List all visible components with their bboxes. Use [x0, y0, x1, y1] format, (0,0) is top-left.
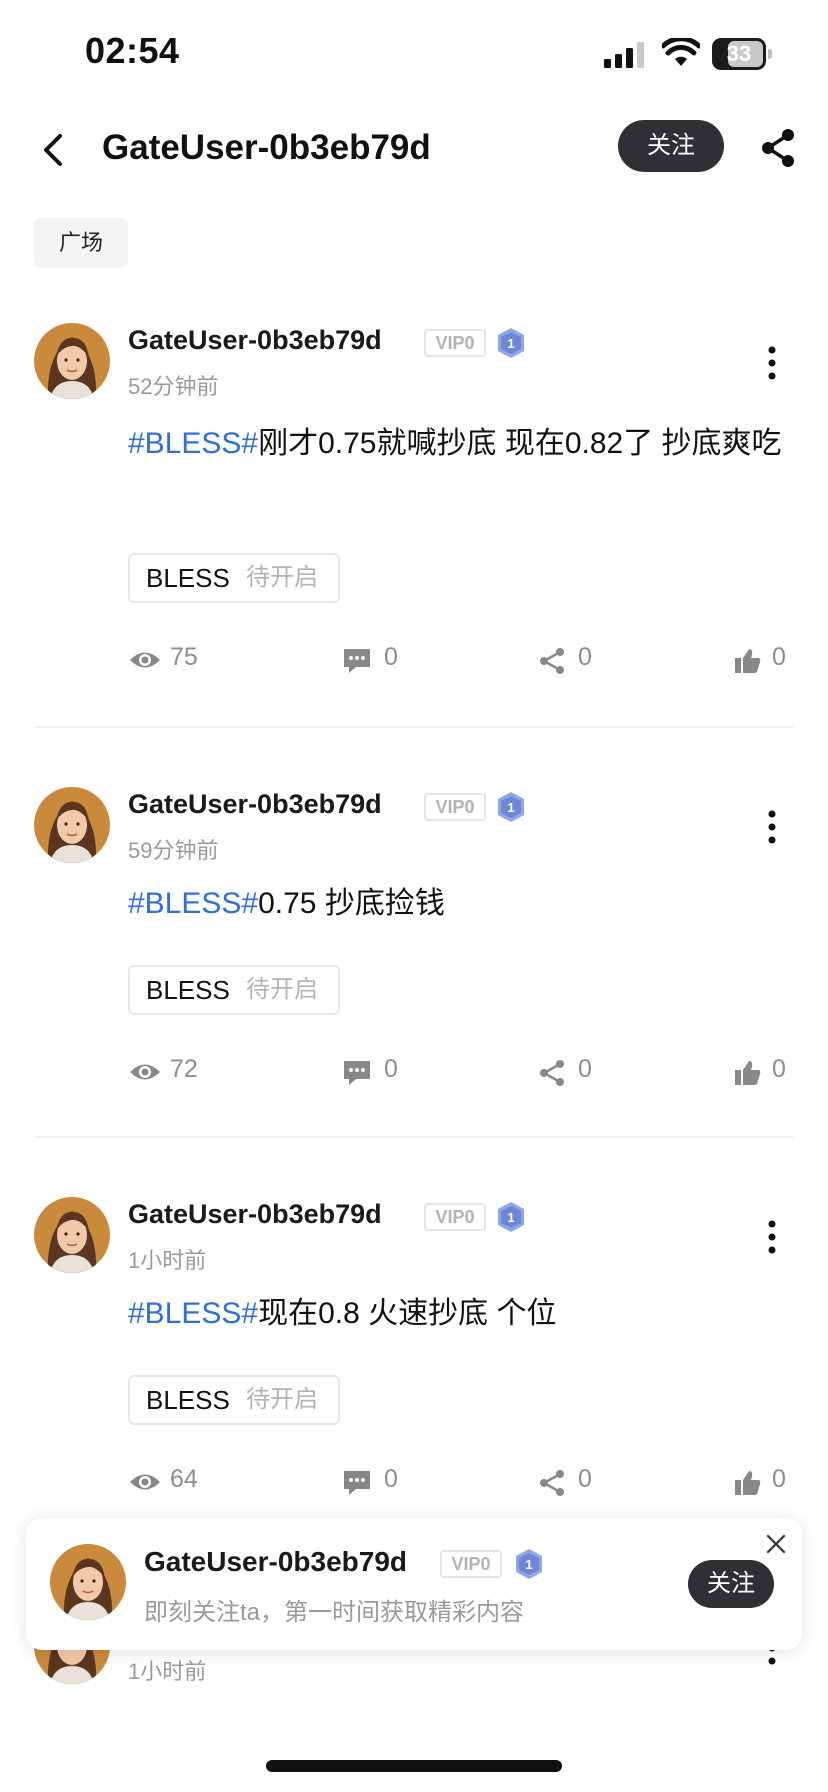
- vip-badge: VIP0: [440, 1550, 502, 1578]
- divider: [34, 726, 794, 728]
- post-username[interactable]: GateUser-0b3eb79d: [128, 1199, 382, 1230]
- thumbs-up-icon[interactable]: [734, 1059, 762, 1087]
- home-indicator[interactable]: [266, 1760, 562, 1772]
- post-username[interactable]: GateUser-0b3eb79d: [128, 789, 382, 820]
- popup-follow-button[interactable]: 关注: [688, 1560, 774, 1608]
- avatar[interactable]: [34, 787, 110, 863]
- post-body: 刚才0.75就喊抄底 现在0.82了 抄底爽吃: [258, 427, 782, 460]
- vip-badge: VIP0: [424, 793, 486, 821]
- avatar[interactable]: [50, 1544, 126, 1620]
- comment-count: 0: [384, 643, 398, 671]
- wifi-icon: [662, 38, 700, 66]
- thumbs-up-icon[interactable]: [734, 647, 762, 675]
- coin-name: BLESS: [146, 563, 230, 593]
- vip-badge: VIP0: [424, 329, 486, 357]
- coin-chip[interactable]: BLESS 待开启: [128, 1375, 340, 1425]
- level-number: 1: [507, 336, 514, 351]
- share-icon[interactable]: [538, 1059, 566, 1087]
- comment-count: 0: [384, 1465, 398, 1493]
- post-content[interactable]: #BLESS#刚才0.75就喊抄底 现在0.82了 抄底爽吃: [128, 417, 788, 471]
- more-options-icon[interactable]: [762, 807, 782, 847]
- level-number: 1: [507, 1210, 514, 1225]
- divider: [34, 1136, 794, 1138]
- share-count: 0: [578, 1055, 592, 1083]
- post-stats: 64 0 0 0: [0, 1463, 828, 1503]
- follow-prompt-card: GateUser-0b3eb79d VIP0 1 即刻关注ta，第一时间获取精彩…: [26, 1518, 802, 1650]
- eye-icon: [130, 1064, 160, 1080]
- view-count: 75: [170, 643, 198, 671]
- post-time: 1小时前: [128, 1659, 207, 1684]
- share-icon[interactable]: [760, 128, 796, 168]
- avatar[interactable]: [34, 1197, 110, 1273]
- header: GateUser-0b3eb79d 关注: [0, 110, 828, 190]
- cellular-signal-icon: [604, 42, 644, 68]
- battery-icon: 33: [712, 38, 772, 70]
- level-badge-icon: 1: [498, 792, 524, 822]
- post-time: 52分钟前: [128, 374, 219, 399]
- post-body: 现在0.8 火速抄底 个位: [258, 1297, 557, 1330]
- like-count: 0: [772, 1055, 786, 1083]
- status-bar: 02:54 33: [0, 0, 828, 100]
- view-count: 64: [170, 1465, 198, 1493]
- coin-status: 待开启: [246, 976, 318, 1003]
- coin-chip[interactable]: BLESS 待开启: [128, 965, 340, 1015]
- close-icon[interactable]: [764, 1532, 788, 1556]
- post-stats: 75 0 0 0: [0, 641, 828, 681]
- like-count: 0: [772, 1465, 786, 1493]
- coin-status: 待开启: [246, 564, 318, 591]
- back-arrow-icon[interactable]: [36, 130, 70, 170]
- coin-status: 待开启: [246, 1386, 318, 1413]
- level-badge-icon: 1: [498, 328, 524, 358]
- tag-square[interactable]: 广场: [34, 218, 128, 268]
- status-time: 02:54: [85, 30, 180, 71]
- screen: 02:54 33 GateUser-0b3eb79d 关注 广场 GateUse…: [0, 0, 828, 1792]
- post-time: 59分钟前: [128, 838, 219, 863]
- view-count: 72: [170, 1055, 198, 1083]
- hashtag-link[interactable]: #BLESS#: [128, 887, 258, 920]
- share-icon[interactable]: [538, 647, 566, 675]
- popup-subtitle: 即刻关注ta，第一时间获取精彩内容: [144, 1599, 525, 1626]
- more-options-icon[interactable]: [762, 343, 782, 383]
- popup-username: GateUser-0b3eb79d: [144, 1546, 408, 1577]
- share-count: 0: [578, 1465, 592, 1493]
- share-count: 0: [578, 643, 592, 671]
- hashtag-link[interactable]: #BLESS#: [128, 1297, 258, 1330]
- comment-icon[interactable]: [342, 647, 372, 675]
- post-content[interactable]: #BLESS#现在0.8 火速抄底 个位: [128, 1287, 788, 1341]
- level-badge-icon: 1: [498, 1202, 524, 1232]
- post-item: GateUser-0b3eb79d VIP0 1 59分钟前 #BLESS#0.…: [0, 787, 828, 1147]
- level-number: 1: [525, 1557, 532, 1572]
- post-content[interactable]: #BLESS#0.75 抄底捡钱: [128, 877, 788, 931]
- coin-name: BLESS: [146, 1385, 230, 1415]
- post-item: GateUser-0b3eb79d VIP0 1 1小时前 #BLESS#现在0…: [0, 1197, 828, 1557]
- page-title: GateUser-0b3eb79d: [102, 128, 431, 167]
- eye-icon: [130, 652, 160, 668]
- follow-button[interactable]: 关注: [618, 120, 724, 172]
- thumbs-up-icon[interactable]: [734, 1469, 762, 1497]
- like-count: 0: [772, 643, 786, 671]
- post-item: GateUser-0b3eb79d VIP0 1 52分钟前 #BLESS#刚才…: [0, 323, 828, 723]
- coin-name: BLESS: [146, 975, 230, 1005]
- eye-icon: [130, 1474, 160, 1490]
- battery-level: 33: [726, 41, 752, 66]
- avatar[interactable]: [34, 323, 110, 399]
- level-number: 1: [507, 800, 514, 815]
- comment-icon[interactable]: [342, 1059, 372, 1087]
- post-username[interactable]: GateUser-0b3eb79d: [128, 325, 382, 356]
- comment-icon[interactable]: [342, 1469, 372, 1497]
- post-body: 0.75 抄底捡钱: [258, 887, 445, 920]
- coin-chip[interactable]: BLESS 待开启: [128, 553, 340, 603]
- vip-badge: VIP0: [424, 1203, 486, 1231]
- post-stats: 72 0 0 0: [0, 1053, 828, 1093]
- hashtag-link[interactable]: #BLESS#: [128, 427, 258, 460]
- more-options-icon[interactable]: [762, 1217, 782, 1257]
- post-time: 1小时前: [128, 1248, 207, 1273]
- comment-count: 0: [384, 1055, 398, 1083]
- share-icon[interactable]: [538, 1469, 566, 1497]
- level-badge-icon: 1: [516, 1549, 542, 1579]
